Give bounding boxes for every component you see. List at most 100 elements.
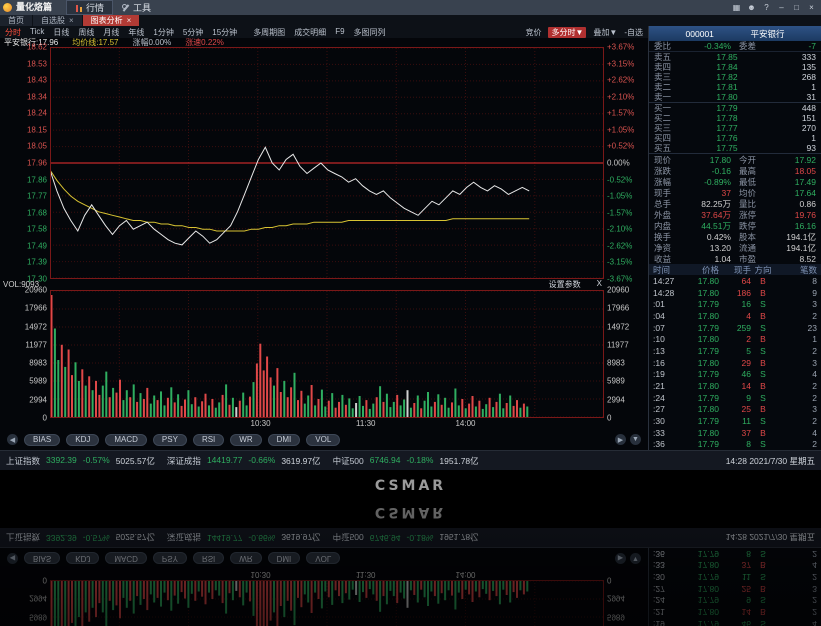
period-button-7[interactable]: 5分钟 <box>183 27 203 38</box>
period-button-3[interactable]: 周线 <box>78 27 94 38</box>
toolbar-action-2[interactable]: F9 <box>335 27 344 38</box>
expand-icon[interactable]: ▼ <box>630 434 641 445</box>
quote-panel: 000001 平安银行 委比-0.34%委差-7 卖五17.85333卖四17.… <box>648 26 821 450</box>
volume-close-button[interactable]: X <box>597 279 602 290</box>
txn-row[interactable]: :1017.802B1 <box>649 333 821 345</box>
indicator-dmi[interactable]: DMI <box>268 434 301 446</box>
menu-item-quotes[interactable]: 行情 <box>66 0 113 15</box>
stats-row: 内盘44.51万跌停16.16 <box>649 220 821 231</box>
txn-row[interactable]: :3317.8037B4 <box>649 427 821 439</box>
maximize-button[interactable]: □ <box>790 2 803 13</box>
txn-time: :19 <box>653 619 683 626</box>
stock-code[interactable]: 000001 <box>686 29 714 39</box>
tab-home[interactable]: 首页 <box>0 15 33 26</box>
toolbar-action-3[interactable]: 多图同列 <box>354 27 386 38</box>
txn-row[interactable]: :2717.8025B3 <box>649 403 821 415</box>
period-button-5[interactable]: 年线 <box>128 27 144 38</box>
txn-price: 17.79 <box>683 393 719 403</box>
txn-row[interactable]: :0117.7916S3 <box>649 298 821 310</box>
period-button-6[interactable]: 1分钟 <box>153 27 173 38</box>
status-datetime: 14:28 2021/7/30 星期五 <box>726 455 815 467</box>
volume-plot[interactable] <box>50 290 604 418</box>
time-axis-label: 14:00 <box>455 570 475 579</box>
txn-count: 4 <box>775 428 817 438</box>
indicator-rsi[interactable]: RSI <box>193 434 224 446</box>
txn-time: :07 <box>653 323 683 333</box>
close-button[interactable]: × <box>805 2 818 13</box>
tab-close-icon[interactable]: × <box>69 17 74 25</box>
settings-params-button[interactable]: 设置参数 <box>549 279 581 290</box>
index-amount: 5025.57亿 <box>116 455 155 467</box>
txn-row[interactable]: :1917.7946S4 <box>649 368 821 380</box>
volume-chart: 209601796614972119778983598929940 209601… <box>0 580 648 626</box>
tab-label: 自选股 <box>41 15 65 26</box>
tab-watchlist[interactable]: 自选股 × <box>33 15 83 26</box>
stock-name[interactable]: 平安银行 <box>750 28 784 40</box>
txn-direction: S <box>751 549 775 559</box>
stat-value: 13.20 <box>678 243 731 253</box>
indicator-bias[interactable]: BIAS <box>24 434 60 446</box>
indicator-kdj[interactable]: KDJ <box>66 434 99 446</box>
toolbar-right-0[interactable]: 竞价 <box>525 27 541 38</box>
layout-grid-icon[interactable]: ▦ <box>730 2 743 13</box>
csmar-watermark: CSMAR <box>0 478 821 494</box>
minimize-button[interactable]: – <box>775 2 788 13</box>
txn-row[interactable]: :1617.8029B3 <box>649 357 821 369</box>
tab-chart-analysis[interactable]: 图表分析× <box>83 15 141 26</box>
period-button-0[interactable]: 分时 <box>5 27 21 38</box>
volume-axis-label: 17966 <box>25 304 47 313</box>
menu-item-tools[interactable]: 工具 <box>113 0 160 15</box>
txn-row[interactable]: :0717.79259S23 <box>649 322 821 334</box>
txn-count: 8 <box>775 276 817 286</box>
txn-direction: B <box>751 311 775 321</box>
txn-row[interactable]: :2417.799S2 <box>649 392 821 404</box>
period-button-1[interactable]: Tick <box>30 27 44 38</box>
stat-value: 1.04 <box>678 254 731 264</box>
scroll-right-icon[interactable]: ▶ <box>615 434 626 445</box>
txn-time: :24 <box>653 595 683 605</box>
tab-close-icon[interactable]: × <box>127 17 132 25</box>
txn-row[interactable]: :2117.8014B2 <box>649 380 821 392</box>
toolbar-right-2[interactable]: 叠加▼ <box>593 27 617 38</box>
toolbar-action-1[interactable]: 成交明细 <box>294 27 326 38</box>
menu-label: 行情 <box>86 1 104 14</box>
toolbar-right-3[interactable]: -自选 <box>624 27 643 38</box>
toolbar-action-0[interactable]: 多周期图 <box>253 27 285 38</box>
intraday-plot[interactable] <box>50 47 604 279</box>
scroll-left-icon[interactable]: ◀ <box>7 434 18 445</box>
user-icon[interactable]: ☻ <box>745 2 758 13</box>
bid-volume: 93 <box>774 143 816 153</box>
txn-row[interactable]: :3617.798S2 <box>649 438 821 450</box>
ask-row[interactable]: 卖一17.8031 <box>649 92 821 102</box>
period-button-2[interactable]: 日线 <box>53 27 69 38</box>
period-button-8[interactable]: 15分钟 <box>212 27 237 38</box>
txn-row: :2717.8025B3 <box>649 583 821 595</box>
status-index-0[interactable]: 上证指数3392.39-0.57%5025.57亿 <box>6 455 155 467</box>
volume-axis-label: 8983 <box>29 359 47 368</box>
txn-row[interactable]: 14:2817.80186B9 <box>649 287 821 299</box>
indicator-kdj: KDJ <box>66 553 99 565</box>
indicator-macd[interactable]: MACD <box>105 434 147 446</box>
status-index-1[interactable]: 深证成指14419.77-0.66%3619.97亿 <box>167 455 321 467</box>
txn-row[interactable]: :3017.7911S2 <box>649 415 821 427</box>
txn-row[interactable]: 14:2717.8064B8 <box>649 275 821 287</box>
txn-volume: 5 <box>719 346 751 356</box>
pct-axis-label: +3.67% <box>607 43 634 52</box>
indicator-vol[interactable]: VOL <box>306 434 340 446</box>
txn-volume: 259 <box>719 323 751 333</box>
txn-price: 17.80 <box>683 334 719 344</box>
index-name: 中证500 <box>333 532 364 544</box>
indicator-wr[interactable]: WR <box>230 434 261 446</box>
txn-row[interactable]: :0417.804B2 <box>649 310 821 322</box>
txn-row[interactable]: :1317.795S2 <box>649 345 821 357</box>
index-amount: 3619.97亿 <box>281 455 320 467</box>
toolbar-right-1[interactable]: 多分时▼ <box>548 27 586 38</box>
period-button-4[interactable]: 月线 <box>103 27 119 38</box>
indicator-psy[interactable]: PSY <box>153 434 187 446</box>
txn-count: 3 <box>775 404 817 414</box>
help-icon[interactable]: ? <box>760 2 773 13</box>
bid-row[interactable]: 买五17.7593 <box>649 143 821 153</box>
status-index-2[interactable]: 中证5006746.94-0.18%1951.78亿 <box>333 455 479 467</box>
quote-panel-header: 000001 平安银行 <box>649 26 821 41</box>
txn-price: 17.79 <box>683 323 719 333</box>
